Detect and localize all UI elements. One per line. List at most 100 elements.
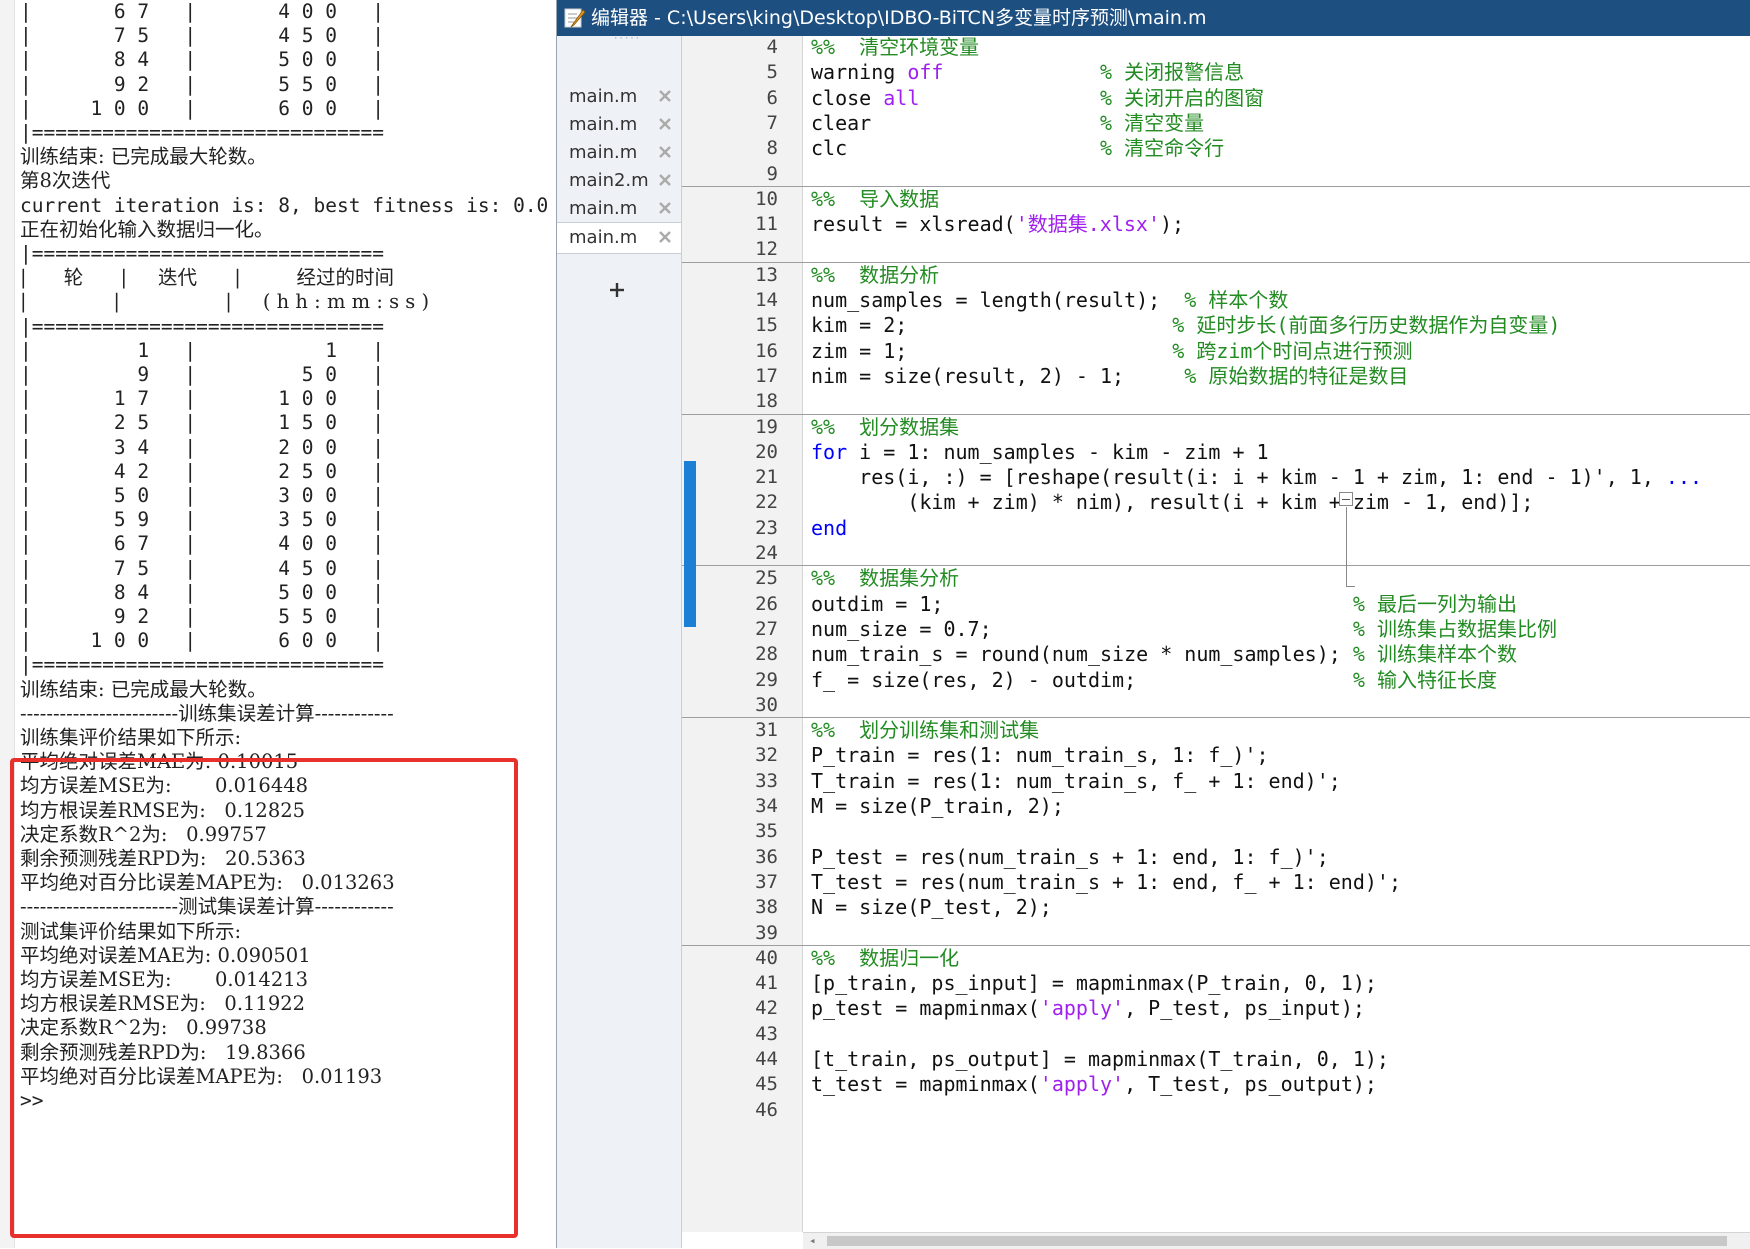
code-line[interactable]: num_samples = length(result); % 样本个数 [811,286,1288,314]
code-token: off [907,60,944,85]
line-number: 38 [755,896,778,919]
line-number: 29 [755,668,778,691]
code-token: % 训练集占数据集比例 [1352,616,1557,641]
code-token: T_test = res(num_train_s + 1: end, f_ + … [811,869,1402,894]
code-line[interactable]: clear % 清空变量 [811,109,1204,137]
command-window[interactable]: | 6 7 | 4 0 0 | 0 0 : 0 0 : 0 3| 7 5 | 4… [0,0,557,1248]
code-line[interactable]: P_train = res(1: num_train_s, 1: f_)'; [811,741,1269,769]
code-line[interactable]: P_test = res(num_train_s + 1: end, 1: f_… [811,843,1329,871]
line-number: 21 [755,466,778,489]
code-token: for [811,439,848,464]
code-token: close [811,85,884,110]
code-line[interactable]: (kim + zim) * nim), result(i + kim + zim… [811,488,1533,516]
code-token: %% 划分训练集和测试集 [811,718,1040,743]
add-tab-icon[interactable] [607,280,627,300]
code-line[interactable]: result = xlsread('数据集.xlsx'); [811,210,1184,238]
line-number: 37 [755,870,778,893]
line-number: 36 [755,845,778,868]
code-line[interactable]: num_train_s = round(num_size * num_sampl… [811,640,1517,668]
code-token: all [883,85,920,110]
code-token: % 原始数据的特征是数目 [1184,363,1409,388]
tab-label: main.m [569,198,638,219]
code-token: result = xlsread( [811,212,1016,237]
tab-6[interactable]: main.m [557,222,681,254]
code-line[interactable]: %% 划分数据集 [811,413,959,441]
code-line[interactable]: %% 划分训练集和测试集 [811,716,1039,744]
code-line[interactable]: nim = size(result, 2) - 1; % 原始数据的特征是数目 [811,362,1408,390]
code-token: % 清空变量 [1099,110,1205,135]
fold-collapse-icon[interactable] [1339,492,1353,506]
code-area[interactable]: %% 清空环境变量 warning off % 关闭报警信息 close all %… [803,36,1750,1232]
code-line[interactable]: [t_train, ps_output] = mapminmax(T_train… [811,1045,1389,1073]
section-separator [682,261,1750,263]
code-line[interactable]: res(i, :) = [reshape(result(i: i + kim -… [811,463,1702,491]
close-tab-icon[interactable] [657,172,673,188]
tab-3[interactable]: main.m [557,138,681,168]
code-line[interactable]: %% 导入数据 [811,185,939,213]
code-line[interactable]: f_ = size(res, 2) - outdim; % 输入特征长度 [811,666,1497,694]
close-tab-icon[interactable] [657,229,673,245]
line-number: 25 [755,567,778,590]
code-line[interactable]: end [811,514,847,542]
code-line[interactable]: zim = 1; % 跨zim个时间点进行预测 [811,337,1412,365]
command-output-line: | 1 7 | 1 0 0 | 0 0 : 0 0 : 0 0 [20,387,384,411]
active-section-indicator [684,461,696,627]
line-number: 33 [755,769,778,792]
scroll-left-icon[interactable]: ◂ [809,1235,819,1247]
code-line[interactable]: t_test = mapminmax('apply', T_test, ps_o… [811,1070,1377,1098]
line-number: 18 [755,390,778,413]
code-line[interactable]: warning off % 关闭报警信息 [811,58,1244,86]
editor-icon [564,8,586,28]
tab-strip-grip-icon[interactable]: ····· [613,35,640,44]
code-line[interactable]: [p_train, ps_input] = mapminmax(P_train,… [811,969,1377,997]
close-tab-icon[interactable] [657,116,673,132]
line-number: 12 [755,238,778,261]
close-tab-icon[interactable] [657,88,673,104]
code-token: nim = size(result, 2) - 1; [811,363,1185,388]
command-output-line: |============================== [20,314,384,338]
code-token: (kim + zim) * nim), result(i + kim + zim… [811,490,1534,515]
code-line[interactable]: clc % 清空命令行 [811,134,1224,162]
editor-title-bar[interactable]: 编辑器 - C:\Users\king\Desktop\IDBO-BiTCN多变… [557,0,1750,36]
command-output-line: 第8次迭代 [20,169,111,193]
close-tab-icon[interactable] [657,144,673,160]
command-output-line: |============================== [20,653,384,677]
code-line[interactable]: T_test = res(num_train_s + 1: end, f_ + … [811,868,1401,896]
code-line[interactable]: close all % 关闭开启的图窗 [811,84,1264,112]
line-number: 19 [755,415,778,438]
code-token: % 训练集样本个数 [1352,642,1517,667]
code-line[interactable]: num_size = 0.7; % 训练集占数据集比例 [811,615,1557,643]
code-line[interactable]: T_train = res(1: num_train_s, f_ + 1: en… [811,767,1341,795]
code-line[interactable]: M = size(P_train, 2); [811,792,1064,820]
tab-2[interactable]: main.m [557,110,681,140]
code-line[interactable]: outdim = 1; % 最后一列为输出 [811,590,1517,618]
tab-5[interactable]: main.m [557,194,681,224]
section-separator [682,565,1750,567]
code-line[interactable]: %% 清空环境变量 [811,36,979,61]
code-token: %% 数据分析 [811,262,940,287]
editor-window[interactable]: 编辑器 - C:\Users\king\Desktop\IDBO-BiTCN多变… [556,0,1750,1249]
code-line[interactable]: for i = 1: num_samples - kim - zim + 1 [811,438,1269,466]
tab-label: main.m [569,227,638,248]
tab-4[interactable]: main2.m [557,166,681,196]
code-token: M = size(P_train, 2); [811,794,1064,818]
code-token: N = size(P_test, 2); [811,895,1052,920]
scrollbar-thumb[interactable] [827,1236,1727,1246]
code-line[interactable]: kim = 2; % 延时步长(前面多行历史数据作为自变量) [811,311,1560,339]
code-line[interactable]: %% 数据集分析 [811,564,959,592]
horizontal-scrollbar[interactable]: ◂ [803,1232,1750,1249]
code-line[interactable]: N = size(P_test, 2); [811,893,1052,921]
code-line[interactable]: p_test = mapminmax('apply', P_test, ps_i… [811,994,1365,1022]
command-output-line: | | | ( h h : m m : s s ) [20,290,430,314]
code-token: t_test = mapminmax( [811,1072,1040,1097]
tab-1[interactable]: main.m [557,82,681,112]
close-tab-icon[interactable] [657,200,673,216]
file-tab-strip: ····· main.m main.m main.m main2.m main.m mai… [557,35,682,1248]
command-output-line: | 4 2 | 2 5 0 | 0 0 : 0 0 : 0 1 [20,459,384,483]
code-token: % 清空命令行 [1099,136,1225,161]
code-token: %% 导入数据 [811,186,940,211]
code-line[interactable]: %% 数据分析 [811,261,939,289]
code-line[interactable]: %% 数据归一化 [811,944,959,972]
code-token: f_ = size(res, 2) - outdim; [811,667,1353,692]
